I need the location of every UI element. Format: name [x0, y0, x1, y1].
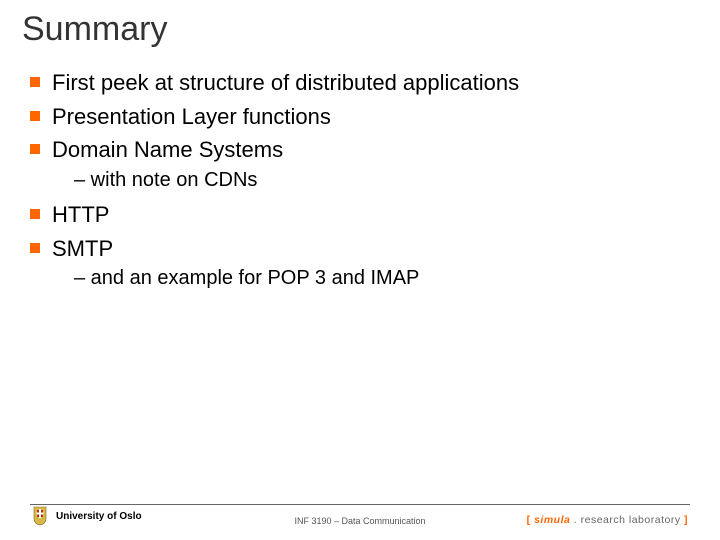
footer-center-text: INF 3190 – Data Communication: [294, 516, 425, 526]
square-bullet-icon: [30, 209, 40, 219]
sub-bullet-text: – with note on CDNs: [74, 169, 257, 191]
footer-left-text: University of Oslo: [56, 511, 142, 522]
bullet-item: Presentation Layer functions: [30, 102, 690, 132]
square-bullet-icon: [30, 77, 40, 87]
square-bullet-icon: [30, 144, 40, 154]
footer-right: [ simula . research laboratory ]: [527, 514, 688, 526]
footer-left: University of Oslo: [32, 506, 142, 526]
slide: Summary First peek at structure of distr…: [0, 0, 720, 540]
bullet-text: Domain Name Systems: [52, 135, 283, 165]
sub-bullet-item: – with note on CDNs: [74, 169, 690, 192]
slide-content: First peek at structure of distributed a…: [30, 68, 690, 298]
bullet-text: SMTP: [52, 234, 113, 264]
university-crest-icon: [32, 506, 48, 526]
brand-dot: .: [570, 514, 580, 526]
bullet-item: SMTP: [30, 234, 690, 264]
footer-divider: [30, 504, 690, 505]
square-bullet-icon: [30, 111, 40, 121]
bullet-text: HTTP: [52, 200, 109, 230]
bullet-item: First peek at structure of distributed a…: [30, 68, 690, 98]
slide-footer: University of Oslo INF 3190 – Data Commu…: [0, 500, 720, 540]
bullet-text: First peek at structure of distributed a…: [52, 68, 519, 98]
sub-bullet-text: – and an example for POP 3 and IMAP: [74, 267, 419, 289]
bracket-close: ]: [681, 514, 688, 526]
bullet-item: HTTP: [30, 200, 690, 230]
bullet-item: Domain Name Systems: [30, 135, 690, 165]
square-bullet-icon: [30, 243, 40, 253]
bracket-open: [: [527, 514, 534, 526]
brand-simula: simula: [534, 514, 570, 526]
bullet-text: Presentation Layer functions: [52, 102, 331, 132]
brand-research-laboratory: research laboratory: [581, 514, 681, 526]
slide-title: Summary: [22, 10, 167, 49]
sub-bullet-item: – and an example for POP 3 and IMAP: [74, 267, 690, 290]
